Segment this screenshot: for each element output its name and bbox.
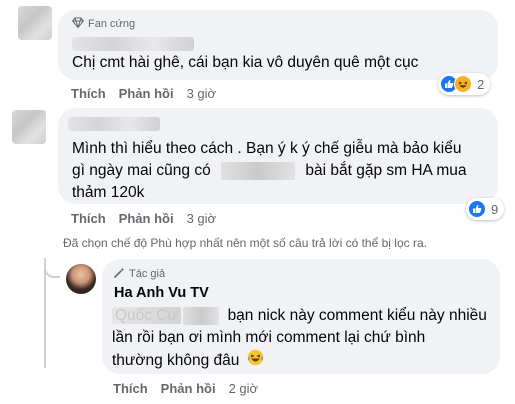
fan-badge: Fan cứng xyxy=(71,17,136,31)
diamond-icon xyxy=(71,17,85,31)
reply-button[interactable]: Phản hồi xyxy=(161,381,216,396)
comment-line: Mình thì hiểu theo cách . Bạn ý k ý chế … xyxy=(72,140,462,157)
commenter-avatar[interactable] xyxy=(18,6,52,40)
redacted-name xyxy=(183,306,220,325)
reply-text: Quốc Cư bạn nick này comment kiểu này nh… xyxy=(112,305,497,373)
comment-actions: Thích Phản hồi 3 giờ xyxy=(71,86,216,101)
fan-badge-label: Fan cứng xyxy=(88,18,136,30)
commenter-name[interactable] xyxy=(68,117,160,131)
wand-icon xyxy=(114,267,125,281)
comment-line-part: gì ngày mai cũng có xyxy=(72,162,211,179)
laughing-emoji-icon xyxy=(247,349,264,373)
comment-line: thảm 120k xyxy=(72,184,145,201)
like-button[interactable]: Thích xyxy=(71,211,106,226)
comment-actions: Thích Phản hồi 3 giờ xyxy=(71,211,216,226)
reply-line: Quốc Cư bạn nick này comment kiểu này nh… xyxy=(112,305,497,327)
author-avatar[interactable] xyxy=(66,264,96,294)
comment-timestamp[interactable]: 3 giờ xyxy=(187,86,217,101)
thread-line-elbow xyxy=(44,262,60,278)
author-badge: Tác giả xyxy=(114,267,165,281)
reaction-count: 2 xyxy=(477,76,485,92)
reaction-summary[interactable]: 2 xyxy=(438,73,491,95)
reaction-count: 9 xyxy=(491,201,499,217)
haha-reaction-icon xyxy=(454,75,472,93)
reply-line-part: thường không đâu xyxy=(112,352,240,370)
like-button[interactable]: Thích xyxy=(71,86,106,101)
like-reaction-icon xyxy=(468,200,486,218)
comment-text: Chị cmt hài ghê, cái bạn kia vô duyên qu… xyxy=(72,54,419,71)
like-button[interactable]: Thích xyxy=(113,381,148,396)
comment-text: Mình thì hiểu theo cách . Bạn ý k ý chế … xyxy=(72,138,497,204)
reply-bubble: Tác giả Ha Anh Vu TV Quốc Cư bạn nick nà… xyxy=(102,259,500,374)
reply-button[interactable]: Phản hồi xyxy=(119,86,174,101)
mentioned-user[interactable]: Quốc Cư xyxy=(112,307,181,324)
reaction-summary[interactable]: 9 xyxy=(466,198,505,220)
reply-button[interactable]: Phản hồi xyxy=(119,211,174,226)
reply-line-part: bạn nick này comment kiểu này nhiều xyxy=(227,307,487,324)
redacted-name xyxy=(221,161,296,180)
comment-line-part: bài bắt gặp sm HA mua xyxy=(305,162,467,179)
reply-line: thường không đâu xyxy=(112,349,497,373)
commenter-avatar[interactable] xyxy=(12,110,46,144)
author-badge-label: Tác giả xyxy=(129,268,166,280)
filter-notice: Đã chọn chế độ Phù hợp nhất nên một số c… xyxy=(63,236,427,250)
comment-bubble: Mình thì hiểu theo cách . Bạn ý k ý chế … xyxy=(58,108,498,204)
reply-line: lần rồi bạn ơi mình mới comment lại chứ … xyxy=(112,329,426,346)
reply-timestamp[interactable]: 2 giờ xyxy=(229,381,259,396)
reply-actions: Thích Phản hồi 2 giờ xyxy=(113,381,258,396)
comment-bubble: Fan cứng Chị cmt hài ghê, cái bạn kia vô… xyxy=(58,10,498,80)
comment-line: gì ngày mai cũng có bài bắt gặp sm HA mu… xyxy=(72,160,497,182)
commenter-name[interactable] xyxy=(72,37,194,51)
author-name[interactable]: Ha Anh Vu TV xyxy=(114,285,209,301)
comment-timestamp[interactable]: 3 giờ xyxy=(187,211,217,226)
